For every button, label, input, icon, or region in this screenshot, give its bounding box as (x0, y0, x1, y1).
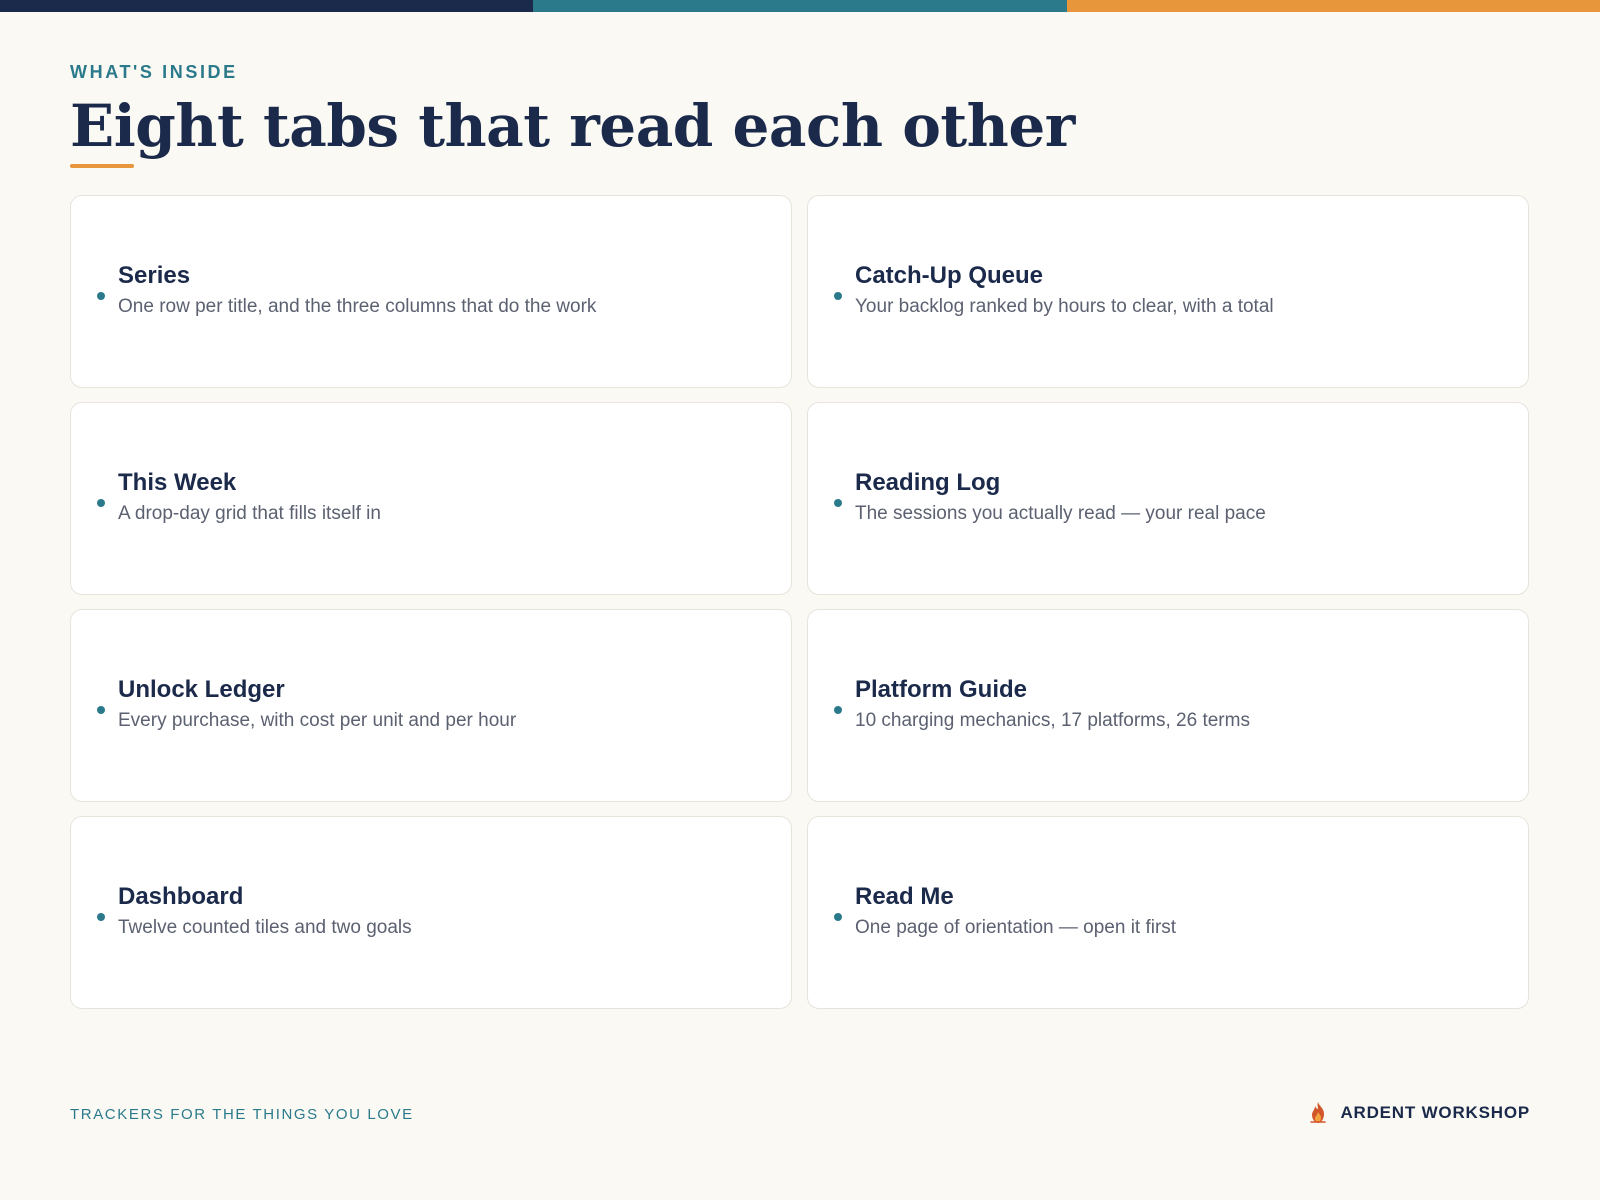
bullet-dot (97, 706, 105, 714)
tab-card-title: Unlock Ledger (118, 676, 285, 703)
title-underline (70, 164, 134, 168)
tab-card-description: Your backlog ranked by hours to clear, w… (855, 296, 1274, 317)
tab-card-title: Reading Log (855, 469, 1001, 496)
tab-card-description: A drop-day grid that fills itself in (118, 503, 381, 524)
footer-brand: ARDENT WORKSHOP (1308, 1101, 1530, 1125)
tab-card-description: One row per title, and the three columns… (118, 296, 597, 317)
tab-card-description: 10 charging mechanics, 17 platforms, 26 … (855, 710, 1250, 731)
tab-card-description: Every purchase, with cost per unit and p… (118, 710, 517, 731)
tab-card-title: Read Me (855, 883, 954, 910)
tab-card-title: This Week (118, 469, 237, 496)
brand-name: ARDENT WORKSHOP (1340, 1103, 1530, 1122)
tabs-grid: Series One row per title, and the three … (70, 195, 1530, 1009)
tab-card-title: Catch-Up Queue (855, 262, 1044, 289)
tab-card-series: Series One row per title, and the three … (70, 195, 792, 388)
section-eyebrow: WHAT'S INSIDE (70, 62, 238, 82)
tab-card-dashboard: Dashboard Twelve counted tiles and two g… (70, 816, 792, 1009)
tab-card-unlock-ledger: Unlock Ledger Every purchase, with cost … (70, 609, 792, 802)
top-bar-orange (1066, 0, 1600, 12)
tab-card-reading-log: Reading Log The sessions you actually re… (807, 402, 1529, 595)
tab-card-catch-up-queue: Catch-Up Queue Your backlog ranked by ho… (807, 195, 1529, 388)
tab-card-this-week: This Week A drop-day grid that fills its… (70, 402, 792, 595)
flame-icon (1310, 1102, 1327, 1123)
tab-card-description: The sessions you actually read — your re… (855, 503, 1266, 524)
bullet-dot (834, 706, 842, 714)
tab-card-title: Series (118, 262, 191, 289)
bullet-dot (834, 913, 842, 921)
tab-card-description: Twelve counted tiles and two goals (118, 917, 412, 938)
bullet-dot (97, 499, 105, 507)
page-title: Eight tabs that read each other (70, 92, 1075, 160)
bullet-dot (834, 499, 842, 507)
tab-card-platform-guide: Platform Guide 10 charging mechanics, 17… (807, 609, 1529, 802)
tab-card-title: Dashboard (118, 883, 244, 910)
top-color-bars (0, 0, 1600, 12)
bullet-dot (834, 292, 842, 300)
top-bar-teal (533, 0, 1067, 12)
bullet-dot (97, 292, 105, 300)
footer-tagline: TRACKERS FOR THE THINGS YOU LOVE (70, 1106, 414, 1123)
tab-card-read-me: Read Me One page of orientation — open i… (807, 816, 1529, 1009)
top-bar-navy (0, 0, 534, 12)
tab-card-description: One page of orientation — open it first (855, 917, 1177, 938)
tab-card-title: Platform Guide (855, 676, 1028, 703)
bullet-dot (97, 913, 105, 921)
